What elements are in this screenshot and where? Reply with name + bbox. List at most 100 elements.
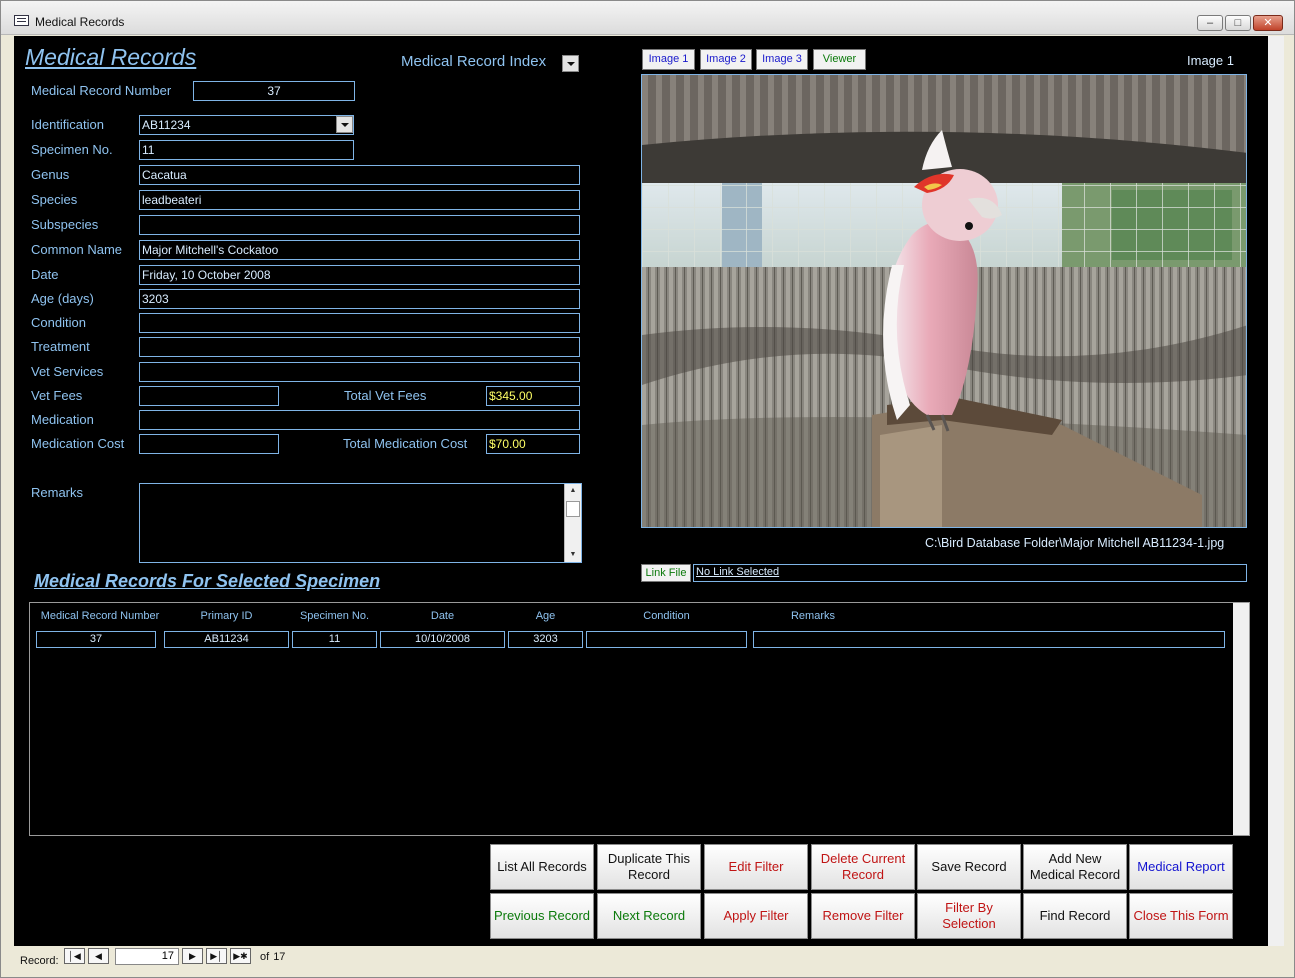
- duplicate-record-button[interactable]: Duplicate This Record: [597, 844, 701, 890]
- specimen-no-field[interactable]: 11: [139, 140, 354, 160]
- medication-field[interactable]: [139, 410, 580, 430]
- image-3-button[interactable]: Image 3: [756, 49, 808, 70]
- col-header-date: Date: [430, 610, 455, 622]
- col-header-primary-id: Primary ID: [200, 610, 253, 622]
- remove-filter-button[interactable]: Remove Filter: [811, 893, 915, 939]
- col-header-age: Age: [535, 610, 556, 622]
- species-label: Species: [31, 192, 78, 207]
- record-number-label: Medical Record Number: [31, 83, 172, 98]
- col-header-record-number: Medical Record Number: [40, 610, 160, 622]
- record-index-label: Medical Record Index: [401, 53, 547, 70]
- remarks-scrollbar[interactable]: ▲ ▼: [564, 484, 581, 562]
- specimen-no-label: Specimen No.: [31, 142, 113, 157]
- link-file-field[interactable]: No Link Selected: [693, 564, 1247, 582]
- subform-vertical-scrollbar[interactable]: [1233, 603, 1249, 835]
- current-image-label: Image 1: [1187, 53, 1234, 68]
- close-form-button[interactable]: Close This Form: [1129, 893, 1233, 939]
- apply-filter-button[interactable]: Apply Filter: [704, 893, 808, 939]
- record-number-field[interactable]: 37: [193, 81, 355, 101]
- medication-cost-label: Medication Cost: [31, 436, 125, 451]
- medical-records-window: Medical Records – □ ✕ Medical Records Me…: [0, 0, 1295, 978]
- form-icon: [14, 15, 29, 26]
- viewer-button[interactable]: Viewer: [813, 49, 866, 70]
- cell-date[interactable]: 10/10/2008: [380, 631, 505, 648]
- of-label: of: [260, 951, 270, 963]
- scroll-down-icon[interactable]: ▼: [565, 548, 581, 562]
- current-record-field[interactable]: 17: [115, 948, 179, 965]
- identification-combo[interactable]: AB11234: [139, 115, 354, 135]
- medication-cost-field[interactable]: [139, 434, 279, 454]
- total-medication-cost-field[interactable]: $70.00: [486, 434, 580, 454]
- age-field[interactable]: 3203: [139, 289, 580, 309]
- subform-title: Medical Records For Selected Specimen: [34, 571, 381, 591]
- add-new-record-button[interactable]: Add New Medical Record: [1023, 844, 1127, 890]
- date-label: Date: [31, 267, 59, 282]
- next-record-button[interactable]: Next Record: [597, 893, 701, 939]
- first-record-icon[interactable]: │◀: [64, 948, 85, 964]
- scroll-up-icon[interactable]: ▲: [565, 484, 581, 498]
- image-path-label: C:\Bird Database Folder\Major Mitchell A…: [925, 536, 1225, 550]
- record-count: of 17: [256, 951, 285, 963]
- form-header: Medical Records: [25, 44, 197, 70]
- record-label: Record:: [20, 955, 59, 967]
- last-record-icon[interactable]: ▶│: [206, 948, 227, 964]
- col-header-condition: Condition: [643, 610, 690, 622]
- genus-field[interactable]: Cacatua: [139, 165, 580, 185]
- find-record-button[interactable]: Find Record: [1023, 893, 1127, 939]
- cell-condition[interactable]: [586, 631, 747, 648]
- vet-services-field[interactable]: [139, 362, 580, 382]
- medical-report-button[interactable]: Medical Report: [1129, 844, 1233, 890]
- edit-filter-button[interactable]: Edit Filter: [704, 844, 808, 890]
- common-name-label: Common Name: [31, 242, 123, 257]
- condition-field[interactable]: [139, 313, 580, 333]
- vet-services-label: Vet Services: [31, 364, 104, 379]
- record-navigation-bar: Record: │◀ ◀ 17 ▶ ▶│ ▶✱ of 17: [1, 947, 1294, 977]
- minimize-button[interactable]: –: [1197, 15, 1223, 31]
- cell-primary-id[interactable]: AB11234: [164, 631, 289, 648]
- vet-fees-field[interactable]: [139, 386, 279, 406]
- list-all-records-button[interactable]: List All Records: [490, 844, 594, 890]
- cell-record-number[interactable]: 37: [36, 631, 156, 648]
- window-title: Medical Records: [35, 15, 125, 29]
- cell-remarks[interactable]: [753, 631, 1225, 648]
- image-2-button[interactable]: Image 2: [700, 49, 752, 70]
- form-vertical-scrollbar[interactable]: [1268, 36, 1284, 946]
- treatment-label: Treatment: [31, 339, 90, 354]
- age-label: Age (days): [31, 291, 94, 306]
- remarks-textarea[interactable]: ▲ ▼: [139, 483, 582, 563]
- total-medication-cost-label: Total Medication Cost: [343, 436, 468, 451]
- subspecies-field[interactable]: [139, 215, 580, 235]
- treatment-field[interactable]: [139, 337, 580, 357]
- next-record-icon[interactable]: ▶: [182, 948, 203, 964]
- identification-dropdown-button[interactable]: [336, 116, 353, 133]
- image-1-button[interactable]: Image 1: [642, 49, 695, 70]
- maximize-button[interactable]: □: [1225, 15, 1251, 31]
- subspecies-label: Subspecies: [31, 217, 99, 232]
- specimen-photo: [641, 74, 1247, 528]
- identification-label: Identification: [31, 117, 104, 132]
- remarks-scroll-thumb[interactable]: [566, 501, 580, 517]
- total-records: 17: [273, 951, 286, 963]
- remarks-label: Remarks: [31, 485, 84, 500]
- total-vet-fees-field[interactable]: $345.00: [486, 386, 580, 406]
- link-file-button[interactable]: Link File: [641, 564, 691, 582]
- filter-by-selection-button[interactable]: Filter By Selection: [917, 893, 1021, 939]
- common-name-field[interactable]: Major Mitchell's Cockatoo: [139, 240, 580, 260]
- cell-age[interactable]: 3203: [508, 631, 583, 648]
- cell-specimen-no[interactable]: 11: [292, 631, 377, 648]
- record-index-dropdown[interactable]: [562, 55, 579, 72]
- previous-record-button[interactable]: Previous Record: [490, 893, 594, 939]
- col-header-remarks: Remarks: [790, 610, 835, 622]
- date-field[interactable]: Friday, 10 October 2008: [139, 265, 580, 285]
- close-window-button[interactable]: ✕: [1253, 15, 1283, 31]
- previous-record-icon[interactable]: ◀: [88, 948, 109, 964]
- cockatoo-photo-illustration: [642, 75, 1246, 527]
- col-header-specimen-no: Specimen No.: [299, 610, 370, 622]
- medication-label: Medication: [31, 412, 94, 427]
- save-record-button[interactable]: Save Record: [917, 844, 1021, 890]
- new-record-icon[interactable]: ▶✱: [230, 948, 251, 964]
- delete-current-record-button[interactable]: Delete Current Record: [811, 844, 915, 890]
- total-vet-fees-label: Total Vet Fees: [344, 388, 427, 403]
- species-field[interactable]: leadbeateri: [139, 190, 580, 210]
- vet-fees-label: Vet Fees: [31, 388, 83, 403]
